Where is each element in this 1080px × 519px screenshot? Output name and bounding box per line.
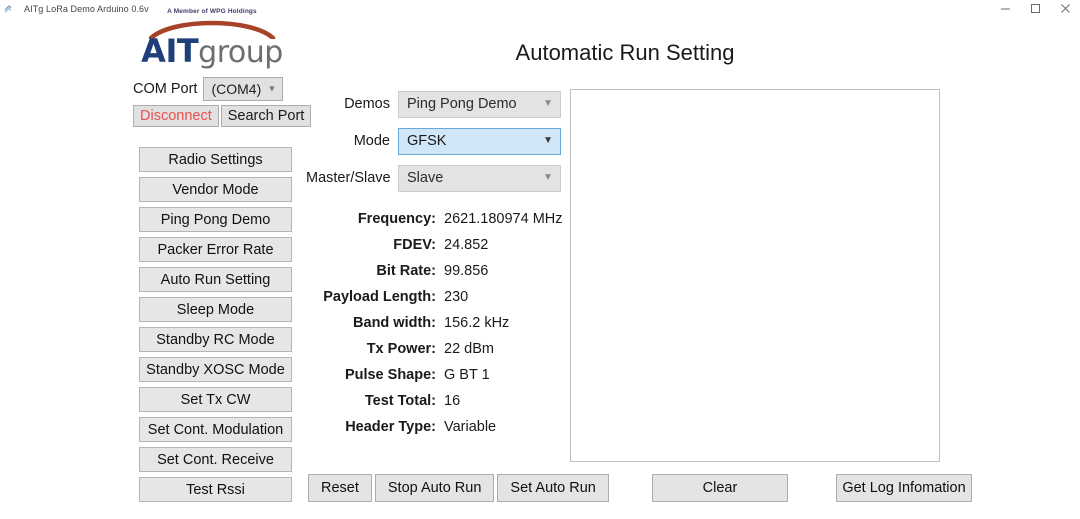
sidebar-item-set-cont-receive[interactable]: Set Cont. Receive [139,447,292,472]
demos-value: Ping Pong Demo [407,96,517,112]
sidebar-item-set-tx-cw[interactable]: Set Tx CW [139,387,292,412]
parameter-value-tx-power: 22 dBm [444,341,494,357]
parameter-value-band-width: 156.2 kHz [444,315,510,331]
log-control-buttons: Clear Get Log Infomation [652,474,972,502]
demos-select[interactable]: Ping Pong Demo ▼ [398,90,561,118]
demos-label: Demos [344,96,390,112]
parameter-row: Band width: 156.2 kHz [306,315,568,341]
chevron-down-icon: ▼ [543,135,553,146]
brand-member-line: A Member of WPG Holdings [167,8,257,15]
master-slave-label: Master/Slave [306,170,391,186]
sidebar-item-standby-xosc-mode[interactable]: Standby XOSC Mode [139,357,292,382]
run-control-buttons: Reset Stop Auto Run Set Auto Run [308,474,609,502]
minimize-button[interactable] [990,0,1020,17]
parameter-list: Frequency: 2621.180974 MHz FDEV: 24.852 … [306,211,568,445]
sidebar-item-test-rssi[interactable]: Test Rssi [139,477,292,502]
connection-buttons: Disconnect Search Port [133,105,312,127]
mode-select[interactable]: GFSK ▼ [398,127,561,155]
sidebar-item-standby-rc-mode[interactable]: Standby RC Mode [139,327,292,352]
sidebar-item-radio-settings[interactable]: Radio Settings [139,147,292,172]
parameter-row: FDEV: 24.852 [306,237,568,263]
clear-button[interactable]: Clear [652,474,788,502]
com-port-label: COM Port [133,81,198,97]
chevron-down-icon: ▼ [267,83,277,94]
get-log-button[interactable]: Get Log Infomation [836,474,972,502]
parameter-value-test-total: 16 [444,393,461,409]
parameter-key-payload-length: Payload Length: [323,289,436,305]
parameter-value-pulse-shape: G BT 1 [444,367,490,383]
parameter-value-payload-length: 230 [444,289,469,305]
parameter-row: Header Type: Variable [306,419,568,445]
search-port-button[interactable]: Search Port [220,105,312,127]
parameter-key-bit-rate: Bit Rate: [376,263,436,279]
maximize-button[interactable] [1020,0,1050,17]
parameter-key-frequency: Frequency: [357,211,436,227]
parameter-row: Pulse Shape: G BT 1 [306,367,568,393]
set-auto-run-button[interactable]: Set Auto Run [497,474,609,502]
brand-logo: A Member of WPG Holdings AITgroup [122,8,302,68]
page-title: Automatic Run Setting [515,40,735,65]
disconnect-button[interactable]: Disconnect [133,105,219,127]
settings-form: Demos Ping Pong Demo ▼ Mode GFSK ▼ Maste… [306,89,568,200]
sidebar-item-sleep-mode[interactable]: Sleep Mode [139,297,292,322]
sidebar-item-set-cont-modulation[interactable]: Set Cont. Modulation [139,417,292,442]
stop-auto-run-button[interactable]: Stop Auto Run [374,474,495,502]
parameter-value-bit-rate: 99.856 [444,263,489,279]
brand-wordmark: AITgroup [122,35,302,68]
com-port-row: COM Port (COM4) ▼ [133,77,284,101]
com-port-select[interactable]: (COM4) ▼ [203,77,284,101]
parameter-row: Payload Length: 230 [306,289,568,315]
parameter-key-tx-power: Tx Power: [366,341,436,357]
brand-name-bold: AIT [141,32,199,70]
log-output-panel[interactable] [570,89,940,462]
parameter-row: Tx Power: 22 dBm [306,341,568,367]
mode-label: Mode [353,133,390,149]
window-controls [990,0,1080,17]
parameter-key-header-type: Header Type: [345,419,436,435]
master-slave-select[interactable]: Slave ▼ [398,164,561,192]
parameter-key-band-width: Band width: [353,315,436,331]
parameter-row: Bit Rate: 99.856 [306,263,568,289]
parameter-value-frequency: 2621.180974 MHz [444,211,563,227]
parameter-key-fdev: FDEV: [393,237,436,253]
app-window: AITg LoRa Demo Arduino 0.6v A Member of … [0,0,1080,519]
master-slave-value: Slave [407,170,444,186]
chevron-down-icon: ▼ [543,172,553,183]
sidebar-item-vendor-mode[interactable]: Vendor Mode [139,177,292,202]
sidebar-item-auto-run-setting[interactable]: Auto Run Setting [139,267,292,292]
chevron-down-icon: ▼ [543,98,553,109]
parameter-key-test-total: Test Total: [364,393,436,409]
form-row-mode: Mode GFSK ▼ [306,126,568,156]
form-row-master-slave: Master/Slave Slave ▼ [306,163,568,193]
parameter-value-header-type: Variable [444,419,497,435]
close-button[interactable] [1050,0,1080,17]
parameter-value-fdev: 24.852 [444,237,489,253]
brand-name-rest: group [198,35,283,70]
mode-value: GFSK [407,133,447,149]
app-icon [4,3,20,15]
form-row-demos: Demos Ping Pong Demo ▼ [306,89,568,119]
parameter-row: Frequency: 2621.180974 MHz [306,211,568,237]
com-port-value: (COM4) [211,81,262,97]
sidebar-item-packer-error-rate[interactable]: Packer Error Rate [139,237,292,262]
sidebar: Radio Settings Vendor Mode Ping Pong Dem… [139,147,292,507]
reset-button[interactable]: Reset [308,474,372,502]
sidebar-item-ping-pong-demo[interactable]: Ping Pong Demo [139,207,292,232]
parameter-row: Test Total: 16 [306,393,568,419]
parameter-key-pulse-shape: Pulse Shape: [344,367,436,383]
